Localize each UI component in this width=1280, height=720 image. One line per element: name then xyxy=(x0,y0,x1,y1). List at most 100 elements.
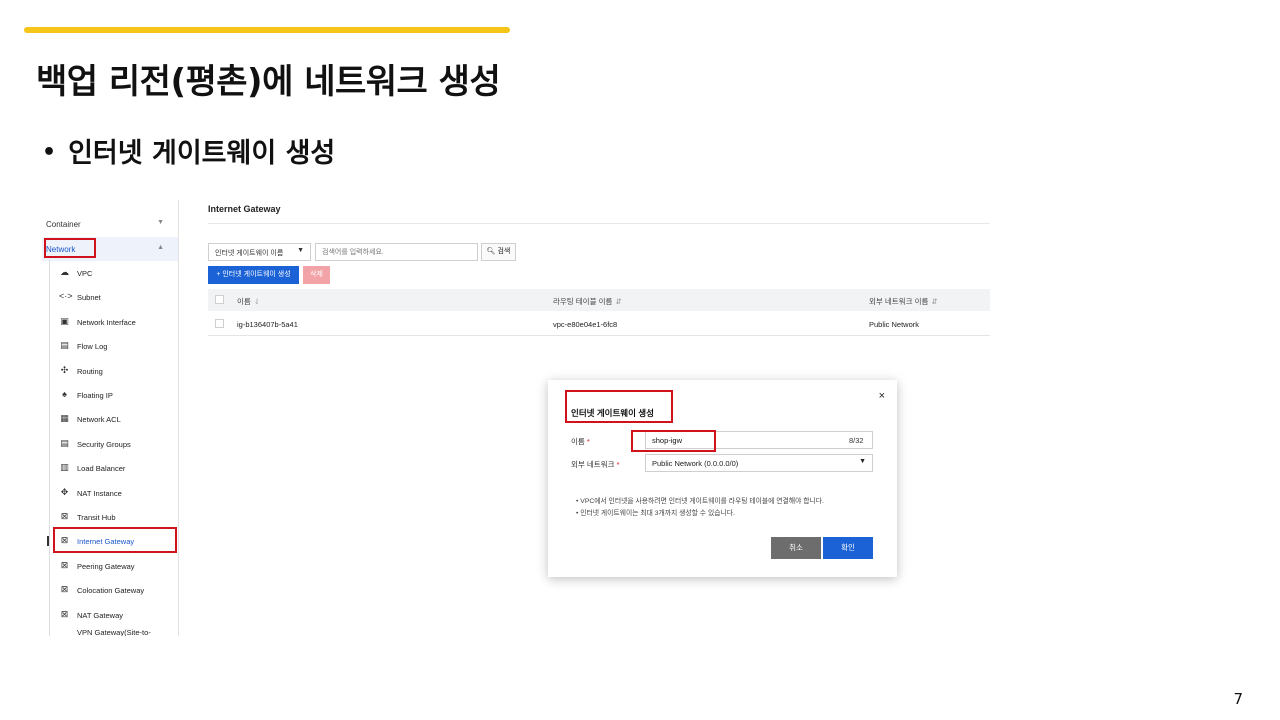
close-icon[interactable]: × xyxy=(879,390,885,402)
sidebar-item-label: Internet Gateway xyxy=(77,537,135,546)
required-mark: * xyxy=(616,460,620,469)
sidebar-item-label: Transit Hub xyxy=(77,513,116,522)
gateway-icon: ⊠ xyxy=(60,511,69,521)
caret-down-icon: ▼ xyxy=(297,247,304,254)
slide-title: 백업 리전(평촌)에 네트워크 생성 xyxy=(36,62,501,102)
name-char-count: 8/32 xyxy=(849,436,864,445)
sidebar-item-vpn-gateway[interactable]: VPN Gateway(Site-to- xyxy=(52,624,174,636)
search-input[interactable] xyxy=(315,243,478,261)
cloud-icon: ☁ xyxy=(60,267,69,277)
sidebar-item-flow-log[interactable]: ▤ Flow Log xyxy=(52,335,174,357)
select-all-checkbox[interactable] xyxy=(215,295,224,304)
sort-icon: ⇵ xyxy=(931,297,938,306)
sidebar-category-label: Container xyxy=(46,220,81,229)
name-field-label: 이름 * xyxy=(571,436,590,447)
column-header-routing-table[interactable]: 라우팅 테이블 이름 ⇵ xyxy=(553,296,622,307)
network-field-label: 외부 네트워크 * xyxy=(571,459,620,470)
row-checkbox[interactable] xyxy=(215,319,224,328)
modal-title: 인터넷 게이트웨이 생성 xyxy=(571,408,654,418)
sidebar-item-transit-hub[interactable]: ⊠ Transit Hub xyxy=(52,506,174,528)
sidebar-item-subnet[interactable]: <·> Subnet xyxy=(52,286,174,308)
code-icon: <·> xyxy=(59,291,73,301)
modal-notes: • VPC에서 인터넷을 사용하려면 인터넷 게이트웨이를 라우팅 테이블에 연… xyxy=(576,496,824,520)
sidebar-item-internet-gateway[interactable]: ⊠ Internet Gateway xyxy=(52,530,174,552)
sidebar-item-routing[interactable]: ✣ Routing xyxy=(52,360,174,382)
divider xyxy=(208,223,990,224)
gateway-icon xyxy=(59,629,70,636)
sidebar-item-label: NAT Instance xyxy=(77,489,122,498)
sidebar-item-nat-gateway[interactable]: ⊠ NAT Gateway xyxy=(52,604,174,626)
console-screenshot: Container ▼ Network ▲ ☁ VPC <·> Subnet ▣ Ne… xyxy=(42,200,992,636)
external-network-select[interactable]: Public Network (0.0.0.0/0) ▼ xyxy=(645,454,873,472)
nic-icon: ▣ xyxy=(60,316,69,326)
note-item: • VPC에서 인터넷을 사용하려면 인터넷 게이트웨이를 라우팅 테이블에 연… xyxy=(576,498,824,505)
sidebar-item-label: Network Interface xyxy=(77,318,136,327)
page-number: 7 xyxy=(1233,690,1243,708)
sidebar-item-colocation-gateway[interactable]: ⊠ Colocation Gateway xyxy=(52,579,174,601)
sidebar-category-container[interactable]: Container ▼ xyxy=(42,212,178,236)
sidebar-item-label: Flow Log xyxy=(77,342,108,351)
search-button[interactable]: 🔍︎ 검색 xyxy=(481,243,516,261)
gateway-icon: ⊠ xyxy=(60,535,69,545)
sidebar-item-floating-ip[interactable]: ♠ Floating IP xyxy=(52,384,174,406)
bullet-dot-icon: • xyxy=(42,140,57,165)
confirm-button[interactable]: 확인 xyxy=(823,537,873,559)
create-internet-gateway-button[interactable]: + 인터넷 게이트웨이 생성 xyxy=(208,266,299,284)
column-label: 라우팅 테이블 이름 xyxy=(553,297,613,306)
column-header-name[interactable]: 이름 ⇃ xyxy=(237,296,260,307)
accent-bar xyxy=(24,27,510,33)
sidebar-item-security-groups[interactable]: ▤ Security Groups xyxy=(52,433,174,455)
sidebar-item-label: Subnet xyxy=(77,293,101,302)
load-balancer-icon: ▥ xyxy=(60,462,69,472)
cell-routing-table: vpc-e80e04e1-6fc8 xyxy=(553,320,618,329)
column-label: 이름 xyxy=(237,297,251,306)
sidebar-item-label: VPC xyxy=(77,269,93,278)
sidebar-category-network[interactable]: Network ▲ xyxy=(42,237,178,261)
sidebar-item-label: NAT Gateway xyxy=(77,611,123,620)
note-text: VPC에서 인터넷을 사용하려면 인터넷 게이트웨이를 라우팅 테이블에 연결해… xyxy=(580,498,824,505)
sidebar-item-network-acl[interactable]: ▦ Network ACL xyxy=(52,408,174,430)
sidebar-item-nat-instance[interactable]: ✥ NAT Instance xyxy=(52,482,174,504)
caret-down-icon: ▼ xyxy=(859,458,866,465)
active-marker xyxy=(47,536,49,546)
delete-button[interactable]: 삭제 xyxy=(303,266,330,284)
page-title: Internet Gateway xyxy=(208,204,281,214)
table-row[interactable]: ig-b136407b-5a41 vpc-e80e04e1-6fc8 Publi… xyxy=(208,313,990,336)
search-button-label: 검색 xyxy=(497,248,511,255)
search-icon: 🔍︎ xyxy=(486,248,496,255)
label-text: 외부 네트워크 xyxy=(571,460,615,469)
note-text: 인터넷 게이트웨이는 최대 3개까지 생성할 수 있습니다. xyxy=(580,510,735,517)
filter-select[interactable]: 인터넷 게이트웨이 이름 ▼ xyxy=(208,243,311,261)
sort-icon: ⇃ xyxy=(253,297,261,306)
sidebar-item-label: Routing xyxy=(77,367,103,376)
sort-icon: ⇵ xyxy=(615,297,622,306)
acl-icon: ▦ xyxy=(60,413,69,423)
log-icon: ▤ xyxy=(60,340,69,350)
sidebar-item-label: Security Groups xyxy=(77,440,131,449)
sidebar-item-label: Network ACL xyxy=(77,415,121,424)
cell-external-network: Public Network xyxy=(869,320,920,329)
sidebar-item-peering-gateway[interactable]: ⊠ Peering Gateway xyxy=(52,555,174,577)
cancel-button[interactable]: 취소 xyxy=(771,537,821,559)
column-header-external-network[interactable]: 외부 네트워크 이름 ⇵ xyxy=(869,296,938,307)
gateway-icon: ⊠ xyxy=(60,609,69,619)
sidebar-category-label: Network xyxy=(46,245,76,254)
sidebar: Container ▼ Network ▲ ☁ VPC <·> Subnet ▣ Ne… xyxy=(42,200,179,636)
column-label: 외부 네트워크 이름 xyxy=(869,297,929,306)
sidebar-item-load-balancer[interactable]: ▥ Load Balancer xyxy=(52,457,174,479)
sidebar-item-vpc[interactable]: ☁ VPC xyxy=(52,262,174,284)
tree-line xyxy=(49,260,50,636)
routing-icon: ✣ xyxy=(60,365,69,375)
bullet-text: 인터넷 게이트웨이 생성 xyxy=(68,138,336,169)
security-icon: ▤ xyxy=(60,438,69,448)
chevron-up-icon: ▲ xyxy=(157,244,164,251)
chevron-down-icon: ▼ xyxy=(157,219,164,226)
sidebar-item-network-interface[interactable]: ▣ Network Interface xyxy=(52,311,174,333)
nat-instance-icon: ✥ xyxy=(60,487,69,497)
gateway-icon: ⊠ xyxy=(60,584,69,594)
sidebar-item-label: VPN Gateway(Site-to- xyxy=(77,628,151,636)
name-input[interactable] xyxy=(645,431,873,449)
table-header: 이름 ⇃ 라우팅 테이블 이름 ⇵ 외부 네트워크 이름 ⇵ xyxy=(208,289,990,311)
external-network-value: Public Network (0.0.0.0/0) xyxy=(652,459,739,468)
bullet-point: • 인터넷 게이트웨이 생성 xyxy=(42,131,335,170)
